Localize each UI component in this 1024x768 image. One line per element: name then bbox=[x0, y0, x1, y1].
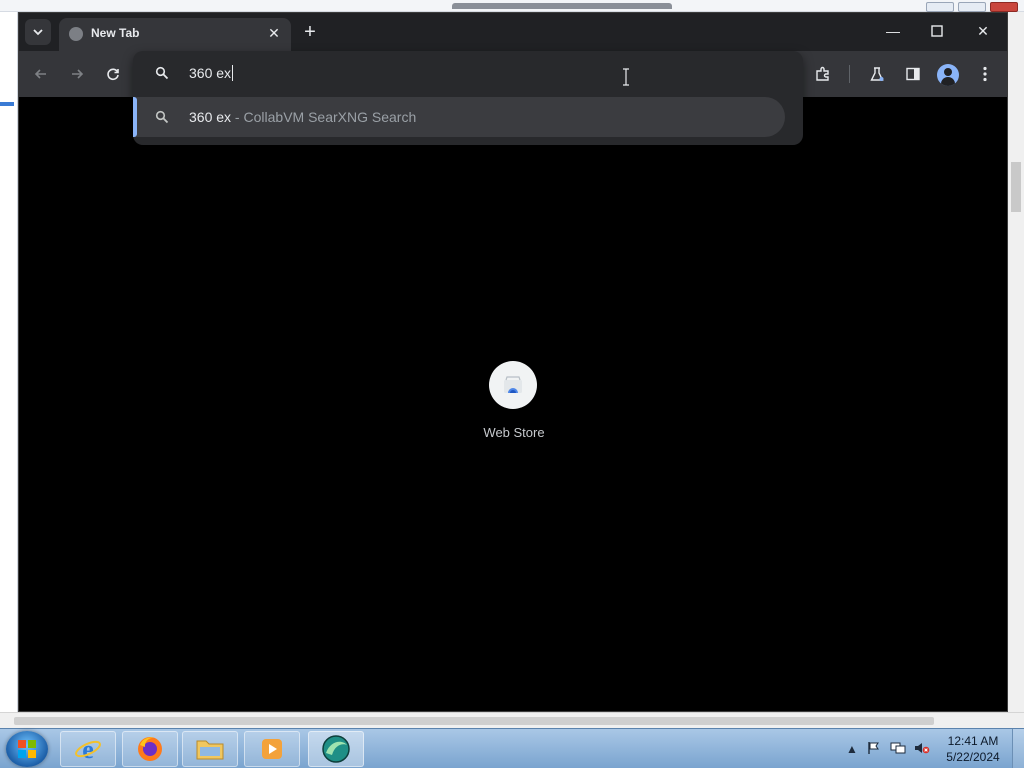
side-panel-icon bbox=[906, 67, 920, 81]
browser-icon bbox=[322, 735, 350, 763]
forward-button[interactable] bbox=[65, 62, 89, 86]
search-icon bbox=[155, 66, 169, 80]
avatar-body bbox=[941, 77, 955, 86]
omnibox-input[interactable]: 360 ex bbox=[189, 65, 769, 83]
taskbar-internet-explorer[interactable]: e bbox=[60, 731, 116, 767]
chrome-menu-button[interactable] bbox=[973, 62, 997, 86]
maximize-button[interactable] bbox=[917, 19, 957, 43]
taskbar-media-player[interactable] bbox=[244, 731, 300, 767]
shortcut-label: Web Store bbox=[483, 425, 545, 440]
flask-icon bbox=[870, 67, 884, 81]
network-icon[interactable] bbox=[890, 741, 906, 757]
background-window-left-edge bbox=[0, 12, 18, 720]
speaker-muted-icon bbox=[915, 743, 930, 754]
minimize-button[interactable]: — bbox=[873, 19, 913, 43]
background-vertical-scrollbar[interactable] bbox=[1008, 12, 1024, 720]
taskbar-browser[interactable] bbox=[308, 731, 364, 767]
folder-icon bbox=[196, 740, 224, 760]
svg-text:e: e bbox=[82, 735, 94, 763]
omnibox[interactable]: 360 ex bbox=[133, 51, 803, 97]
three-dots-vertical-icon bbox=[983, 66, 987, 82]
suggestion-engine: CollabVM SearXNG Search bbox=[243, 109, 417, 125]
background-minimize-button[interactable] bbox=[926, 2, 954, 12]
volume-muted-icon[interactable] bbox=[914, 741, 930, 757]
toolbar-separator bbox=[849, 65, 850, 83]
puzzle-piece-icon bbox=[816, 66, 829, 81]
taskbar-firefox[interactable] bbox=[122, 731, 178, 767]
shortcut-tile[interactable] bbox=[489, 361, 537, 409]
tab-search-button[interactable] bbox=[25, 19, 51, 45]
clock-date: 5/22/2024 bbox=[946, 750, 1000, 764]
show-desktop-button[interactable] bbox=[1012, 729, 1024, 768]
firefox-icon bbox=[138, 737, 162, 761]
internet-explorer-icon: e bbox=[75, 735, 101, 763]
text-caret bbox=[232, 65, 234, 81]
extensions-button[interactable] bbox=[811, 62, 835, 86]
maximize-icon bbox=[931, 25, 943, 37]
background-accent bbox=[0, 102, 14, 106]
clock-time: 12:41 AM bbox=[947, 734, 999, 748]
background-maximize-button[interactable] bbox=[958, 2, 986, 12]
omnibox-popup: 360 ex 360 ex - CollabVM SearXNG Search bbox=[133, 51, 803, 145]
profile-avatar-button[interactable] bbox=[937, 64, 959, 86]
background-horizontal-scrollbar[interactable] bbox=[0, 712, 1024, 728]
shortcut-web-store[interactable]: Web Store bbox=[479, 361, 549, 461]
tab-new-tab[interactable]: New Tab ✕ bbox=[59, 18, 291, 51]
background-window-tab bbox=[452, 3, 672, 9]
chrome-web-store-icon bbox=[504, 376, 522, 393]
text-cursor-icon bbox=[623, 68, 629, 86]
close-tab-icon[interactable]: ✕ bbox=[265, 24, 283, 42]
browser-window: New Tab ✕ + — ✕ 360 ex 360 ex - CollabVM… bbox=[18, 12, 1008, 712]
scrollbar-thumb[interactable] bbox=[1011, 162, 1021, 212]
media-player-icon bbox=[262, 739, 282, 759]
new-tab-button[interactable]: + bbox=[299, 21, 321, 43]
suggestion-text: 360 ex - CollabVM SearXNG Search bbox=[189, 109, 416, 125]
taskbar-file-explorer[interactable] bbox=[182, 731, 238, 767]
labs-button[interactable] bbox=[865, 62, 889, 86]
search-icon bbox=[155, 110, 169, 124]
omnibox-suggestion[interactable]: 360 ex - CollabVM SearXNG Search bbox=[133, 97, 785, 137]
flag-icon bbox=[868, 742, 879, 754]
reload-button[interactable] bbox=[101, 62, 125, 86]
network-icon-glyph bbox=[890, 742, 906, 754]
arrow-left-icon bbox=[34, 69, 46, 79]
background-close-button[interactable] bbox=[990, 2, 1018, 12]
suggestion-separator: - bbox=[231, 109, 244, 125]
selection-indicator bbox=[133, 97, 137, 137]
scrollbar-thumb[interactable] bbox=[14, 717, 934, 725]
globe-icon bbox=[69, 27, 83, 41]
windows-logo-icon bbox=[18, 740, 36, 758]
taskbar: e ▲ 12:41 AM 5/22/2024 bbox=[0, 728, 1024, 768]
close-window-button[interactable]: ✕ bbox=[963, 19, 1003, 43]
back-button[interactable] bbox=[29, 62, 53, 86]
avatar-icon bbox=[944, 68, 952, 76]
system-clock[interactable]: 12:41 AM 5/22/2024 bbox=[938, 733, 1008, 765]
action-center-flag-icon[interactable] bbox=[866, 741, 882, 757]
tab-strip: New Tab ✕ + — ✕ bbox=[19, 13, 1007, 51]
start-button[interactable] bbox=[6, 731, 48, 767]
tab-title: New Tab bbox=[91, 26, 140, 40]
show-hidden-icons-button[interactable]: ▲ bbox=[844, 741, 860, 757]
omnibox-text: 360 ex bbox=[189, 65, 232, 81]
reload-icon bbox=[107, 68, 119, 81]
side-panel-button[interactable] bbox=[901, 62, 925, 86]
background-window-titlebar bbox=[0, 0, 1024, 12]
arrow-right-icon bbox=[72, 69, 84, 79]
chevron-down-icon bbox=[33, 29, 43, 36]
suggestion-query: 360 ex bbox=[189, 109, 232, 125]
